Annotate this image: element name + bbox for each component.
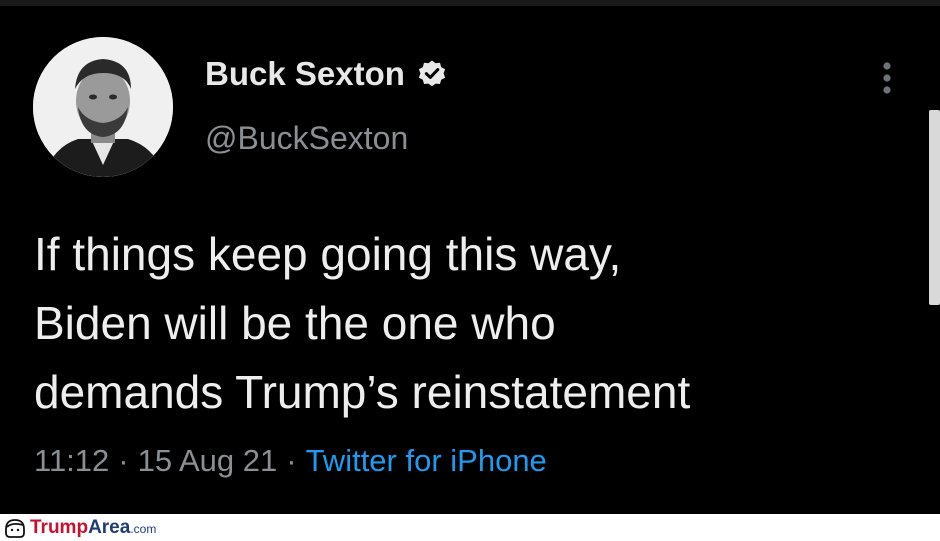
tweet-date[interactable]: 15 Aug 21 bbox=[138, 443, 278, 478]
watermark-trump: Trump bbox=[30, 517, 89, 538]
trumparea-logo-icon bbox=[5, 519, 25, 538]
watermark-text: TrumpArea.com bbox=[30, 517, 156, 540]
tweet-source-link[interactable]: Twitter for iPhone bbox=[306, 443, 547, 478]
avatar[interactable] bbox=[33, 37, 173, 177]
meta-separator: · bbox=[118, 443, 129, 478]
scrollbar[interactable] bbox=[929, 110, 940, 305]
more-vertical-icon[interactable] bbox=[872, 58, 902, 98]
meta-separator: · bbox=[286, 443, 297, 478]
top-edge bbox=[0, 0, 940, 6]
tweet-meta: 11:12 · 15 Aug 21 · Twitter for iPhone bbox=[34, 440, 547, 482]
tweet-text-line: If things keep going this way, bbox=[34, 228, 622, 280]
author-row: Buck Sexton bbox=[205, 54, 447, 94]
profile-photo-icon bbox=[33, 37, 173, 177]
display-name[interactable]: Buck Sexton bbox=[205, 54, 405, 94]
tweet-text-line: demands Trump’s reinstatement bbox=[34, 366, 691, 418]
watermark-bar: TrumpArea.com bbox=[0, 514, 940, 541]
tweet-text-line: Biden will be the one who bbox=[34, 297, 556, 349]
author-handle[interactable]: @BuckSexton bbox=[205, 118, 408, 158]
tweet-text: If things keep going this way, Biden wil… bbox=[34, 220, 914, 427]
tweet-time[interactable]: 11:12 bbox=[34, 443, 109, 478]
watermark-com: .com bbox=[130, 522, 157, 536]
tweet-card: Buck Sexton @BuckSexton If things keep g… bbox=[0, 0, 940, 514]
watermark-area: Area bbox=[88, 517, 131, 538]
verified-badge-icon bbox=[418, 60, 445, 87]
